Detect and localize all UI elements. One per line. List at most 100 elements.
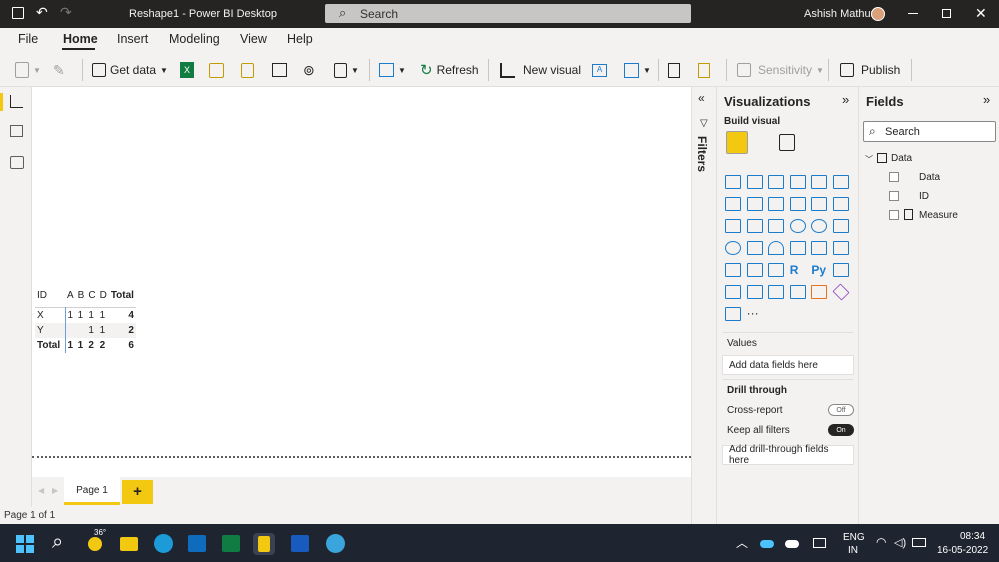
save-icon[interactable] xyxy=(12,7,24,19)
text-box-button[interactable]: A xyxy=(592,59,607,81)
collapse-fields-icon[interactable]: » xyxy=(983,92,990,107)
key-influencers-icon[interactable] xyxy=(832,263,849,277)
chevron-down-icon[interactable]: ﹀ xyxy=(865,154,873,165)
minimize-icon[interactable] xyxy=(908,13,918,14)
excel-button[interactable]: X xyxy=(180,59,194,81)
field-item[interactable]: Data xyxy=(919,172,940,183)
r-visual-icon[interactable]: R xyxy=(790,263,806,277)
weather-icon[interactable] xyxy=(88,537,102,551)
recent-sources-button[interactable]: ▼ xyxy=(334,59,359,81)
quick-measure-button[interactable] xyxy=(698,59,710,81)
language-1[interactable]: ENG xyxy=(843,532,865,543)
paginated-report-icon[interactable] xyxy=(789,285,806,299)
clustered-column-chart-icon[interactable] xyxy=(789,175,806,189)
field-table-name[interactable]: Data xyxy=(891,153,912,164)
table-visual-icon[interactable] xyxy=(746,263,763,277)
funnel-chart-icon[interactable] xyxy=(746,219,763,233)
drill-through-well[interactable]: Add drill-through fields here xyxy=(722,444,854,466)
report-canvas[interactable]: ID A B C D Total X 1 1 1 1 4 Y 1 1 2 Tot… xyxy=(32,87,691,477)
transform-data-button[interactable]: ▼ xyxy=(379,59,406,81)
outlook-icon[interactable] xyxy=(188,535,206,552)
metrics-icon[interactable] xyxy=(725,307,741,321)
avatar[interactable] xyxy=(871,7,885,21)
clock-time[interactable]: 08:34 xyxy=(960,531,985,542)
pie-chart-icon[interactable] xyxy=(789,219,806,233)
ribbon-chart-icon[interactable] xyxy=(832,197,849,211)
restore-icon[interactable] xyxy=(942,9,951,18)
undo-icon[interactable]: ↶ xyxy=(36,4,48,21)
model-view-icon[interactable] xyxy=(10,156,24,169)
scroll-right-icon[interactable]: ▶ xyxy=(52,486,58,495)
clock-date[interactable]: 16-05-2022 xyxy=(937,545,988,556)
dataflows-button[interactable]: ⊚ xyxy=(303,59,315,81)
100-column-chart-icon[interactable] xyxy=(832,175,849,189)
card-icon[interactable] xyxy=(789,241,806,255)
language-2[interactable]: IN xyxy=(848,545,858,556)
expand-filters-icon[interactable]: « xyxy=(698,91,705,105)
smart-narrative-icon[interactable] xyxy=(768,285,785,299)
values-well[interactable]: Add data fields here xyxy=(722,355,854,375)
format-painter-button[interactable]: ✎ xyxy=(53,59,65,81)
field-checkbox[interactable] xyxy=(889,191,899,201)
refresh-button[interactable]: ↻ Refresh xyxy=(420,59,479,81)
onedrive-icon[interactable] xyxy=(760,540,774,548)
waterfall-chart-icon[interactable] xyxy=(725,219,741,233)
redo-icon[interactable]: ↷ xyxy=(60,4,72,21)
field-checkbox[interactable] xyxy=(889,210,899,220)
field-item[interactable]: ID xyxy=(919,191,929,202)
gauge-icon[interactable] xyxy=(768,241,785,255)
tab-page-1[interactable]: Page 1 xyxy=(64,477,120,505)
kpi-icon[interactable] xyxy=(832,241,849,255)
power-automate-icon[interactable] xyxy=(832,283,850,301)
line-clustered-column-icon[interactable] xyxy=(811,197,828,211)
edge-icon[interactable] xyxy=(154,534,173,553)
battery-icon[interactable] xyxy=(912,538,926,547)
line-chart-icon[interactable] xyxy=(725,197,741,211)
filled-map-icon[interactable] xyxy=(746,241,763,255)
more-visuals-button[interactable]: ▼ xyxy=(624,59,651,81)
line-column-chart-icon[interactable] xyxy=(789,197,806,211)
treemap-icon[interactable] xyxy=(832,219,849,233)
scroll-left-icon[interactable]: ◀ xyxy=(38,486,44,495)
build-visual-icon[interactable] xyxy=(726,131,748,154)
format-visual-icon[interactable] xyxy=(779,134,795,151)
file-explorer-icon[interactable] xyxy=(120,537,138,551)
slicer-icon[interactable] xyxy=(725,263,741,277)
dataverse-button[interactable] xyxy=(241,59,254,81)
paste-button[interactable]: ▼ xyxy=(15,59,41,81)
decomposition-tree-icon[interactable] xyxy=(725,285,741,299)
donut-chart-icon[interactable] xyxy=(811,219,828,233)
area-chart-icon[interactable] xyxy=(746,197,763,211)
stacked-column-chart-icon[interactable] xyxy=(746,175,763,189)
more-visuals-icon[interactable]: ··· xyxy=(747,307,769,321)
power-bi-taskbar-button[interactable] xyxy=(253,533,275,555)
browser-icon[interactable] xyxy=(326,534,345,553)
data-view-icon[interactable] xyxy=(10,125,23,137)
menu-modeling[interactable]: Modeling xyxy=(169,32,220,46)
map-icon[interactable] xyxy=(725,241,741,255)
cross-report-toggle[interactable]: Off xyxy=(828,404,854,416)
new-visual-button[interactable]: New visual xyxy=(500,59,581,81)
matrix-visual-icon[interactable] xyxy=(768,263,785,277)
multi-row-card-icon[interactable] xyxy=(811,241,828,255)
100-bar-chart-icon[interactable] xyxy=(811,175,828,189)
search-icon[interactable]: ⌕ xyxy=(52,531,63,554)
onedrive-personal-icon[interactable] xyxy=(785,540,799,548)
keyboard-icon[interactable] xyxy=(813,538,826,548)
menu-home[interactable]: Home xyxy=(63,32,98,46)
dataset-button[interactable] xyxy=(209,59,224,81)
keep-filters-toggle[interactable]: On xyxy=(828,424,854,436)
word-icon[interactable] xyxy=(291,535,309,552)
menu-insert[interactable]: Insert xyxy=(117,32,148,46)
add-page-button[interactable]: + xyxy=(122,480,153,504)
matrix-visual[interactable]: ID A B C D Total X 1 1 1 1 4 Y 1 1 2 Tot… xyxy=(35,288,136,353)
menu-view[interactable]: View xyxy=(240,32,267,46)
menu-help[interactable]: Help xyxy=(287,32,313,46)
power-apps-icon[interactable] xyxy=(811,285,828,299)
collapse-viz-icon[interactable]: » xyxy=(842,92,849,107)
windows-start-icon[interactable] xyxy=(16,535,34,553)
report-view-icon[interactable] xyxy=(10,95,23,108)
wifi-icon[interactable]: ◠ xyxy=(876,535,886,549)
sensitivity-button[interactable]: Sensitivity ▼ xyxy=(737,59,824,81)
enter-data-button[interactable] xyxy=(272,59,287,81)
